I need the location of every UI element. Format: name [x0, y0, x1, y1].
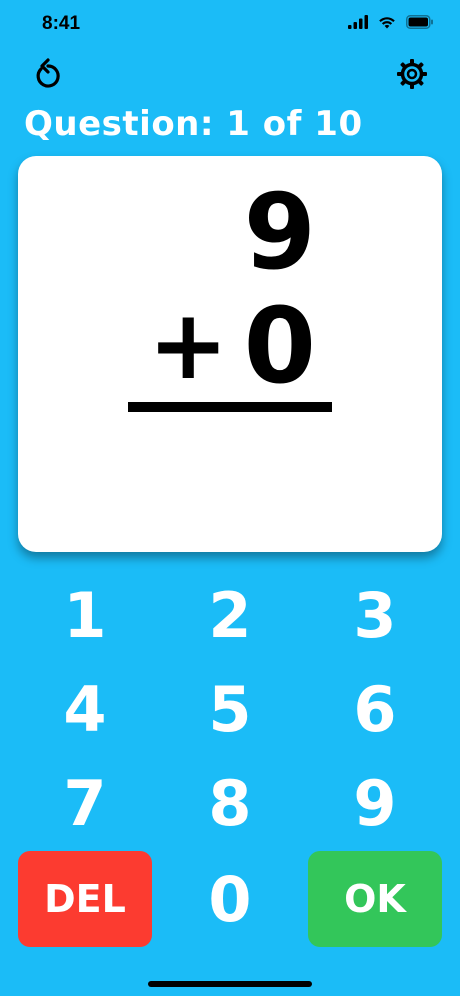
- status-time: 8:41: [42, 13, 81, 34]
- top-operand: 9: [243, 171, 316, 293]
- status-icons: [348, 14, 434, 33]
- battery-icon: [406, 14, 434, 33]
- ok-button[interactable]: OK: [308, 851, 442, 947]
- key-5[interactable]: 5: [170, 664, 290, 754]
- problem-card: 9 + 0: [18, 156, 442, 552]
- reset-icon: [33, 58, 63, 94]
- settings-button[interactable]: [394, 58, 430, 94]
- key-8[interactable]: 8: [170, 758, 290, 848]
- reset-button[interactable]: [30, 58, 66, 94]
- wifi-icon: [378, 14, 396, 33]
- key-6[interactable]: 6: [315, 664, 435, 754]
- key-0[interactable]: 0: [170, 854, 290, 944]
- gear-icon: [396, 58, 428, 94]
- key-2[interactable]: 2: [170, 570, 290, 660]
- key-4[interactable]: 4: [25, 664, 145, 754]
- operator-sign: +: [148, 289, 229, 401]
- key-3[interactable]: 3: [315, 570, 435, 660]
- delete-button[interactable]: DEL: [18, 851, 152, 947]
- key-1[interactable]: 1: [25, 570, 145, 660]
- home-indicator[interactable]: [148, 981, 312, 987]
- signal-icon: [348, 14, 368, 33]
- status-bar: 8:41: [0, 0, 460, 50]
- answer-line: [128, 402, 332, 412]
- question-label: Question: 1 of 10: [24, 104, 363, 144]
- key-7[interactable]: 7: [25, 758, 145, 848]
- bottom-operand: 0: [243, 285, 316, 407]
- key-9[interactable]: 9: [315, 758, 435, 848]
